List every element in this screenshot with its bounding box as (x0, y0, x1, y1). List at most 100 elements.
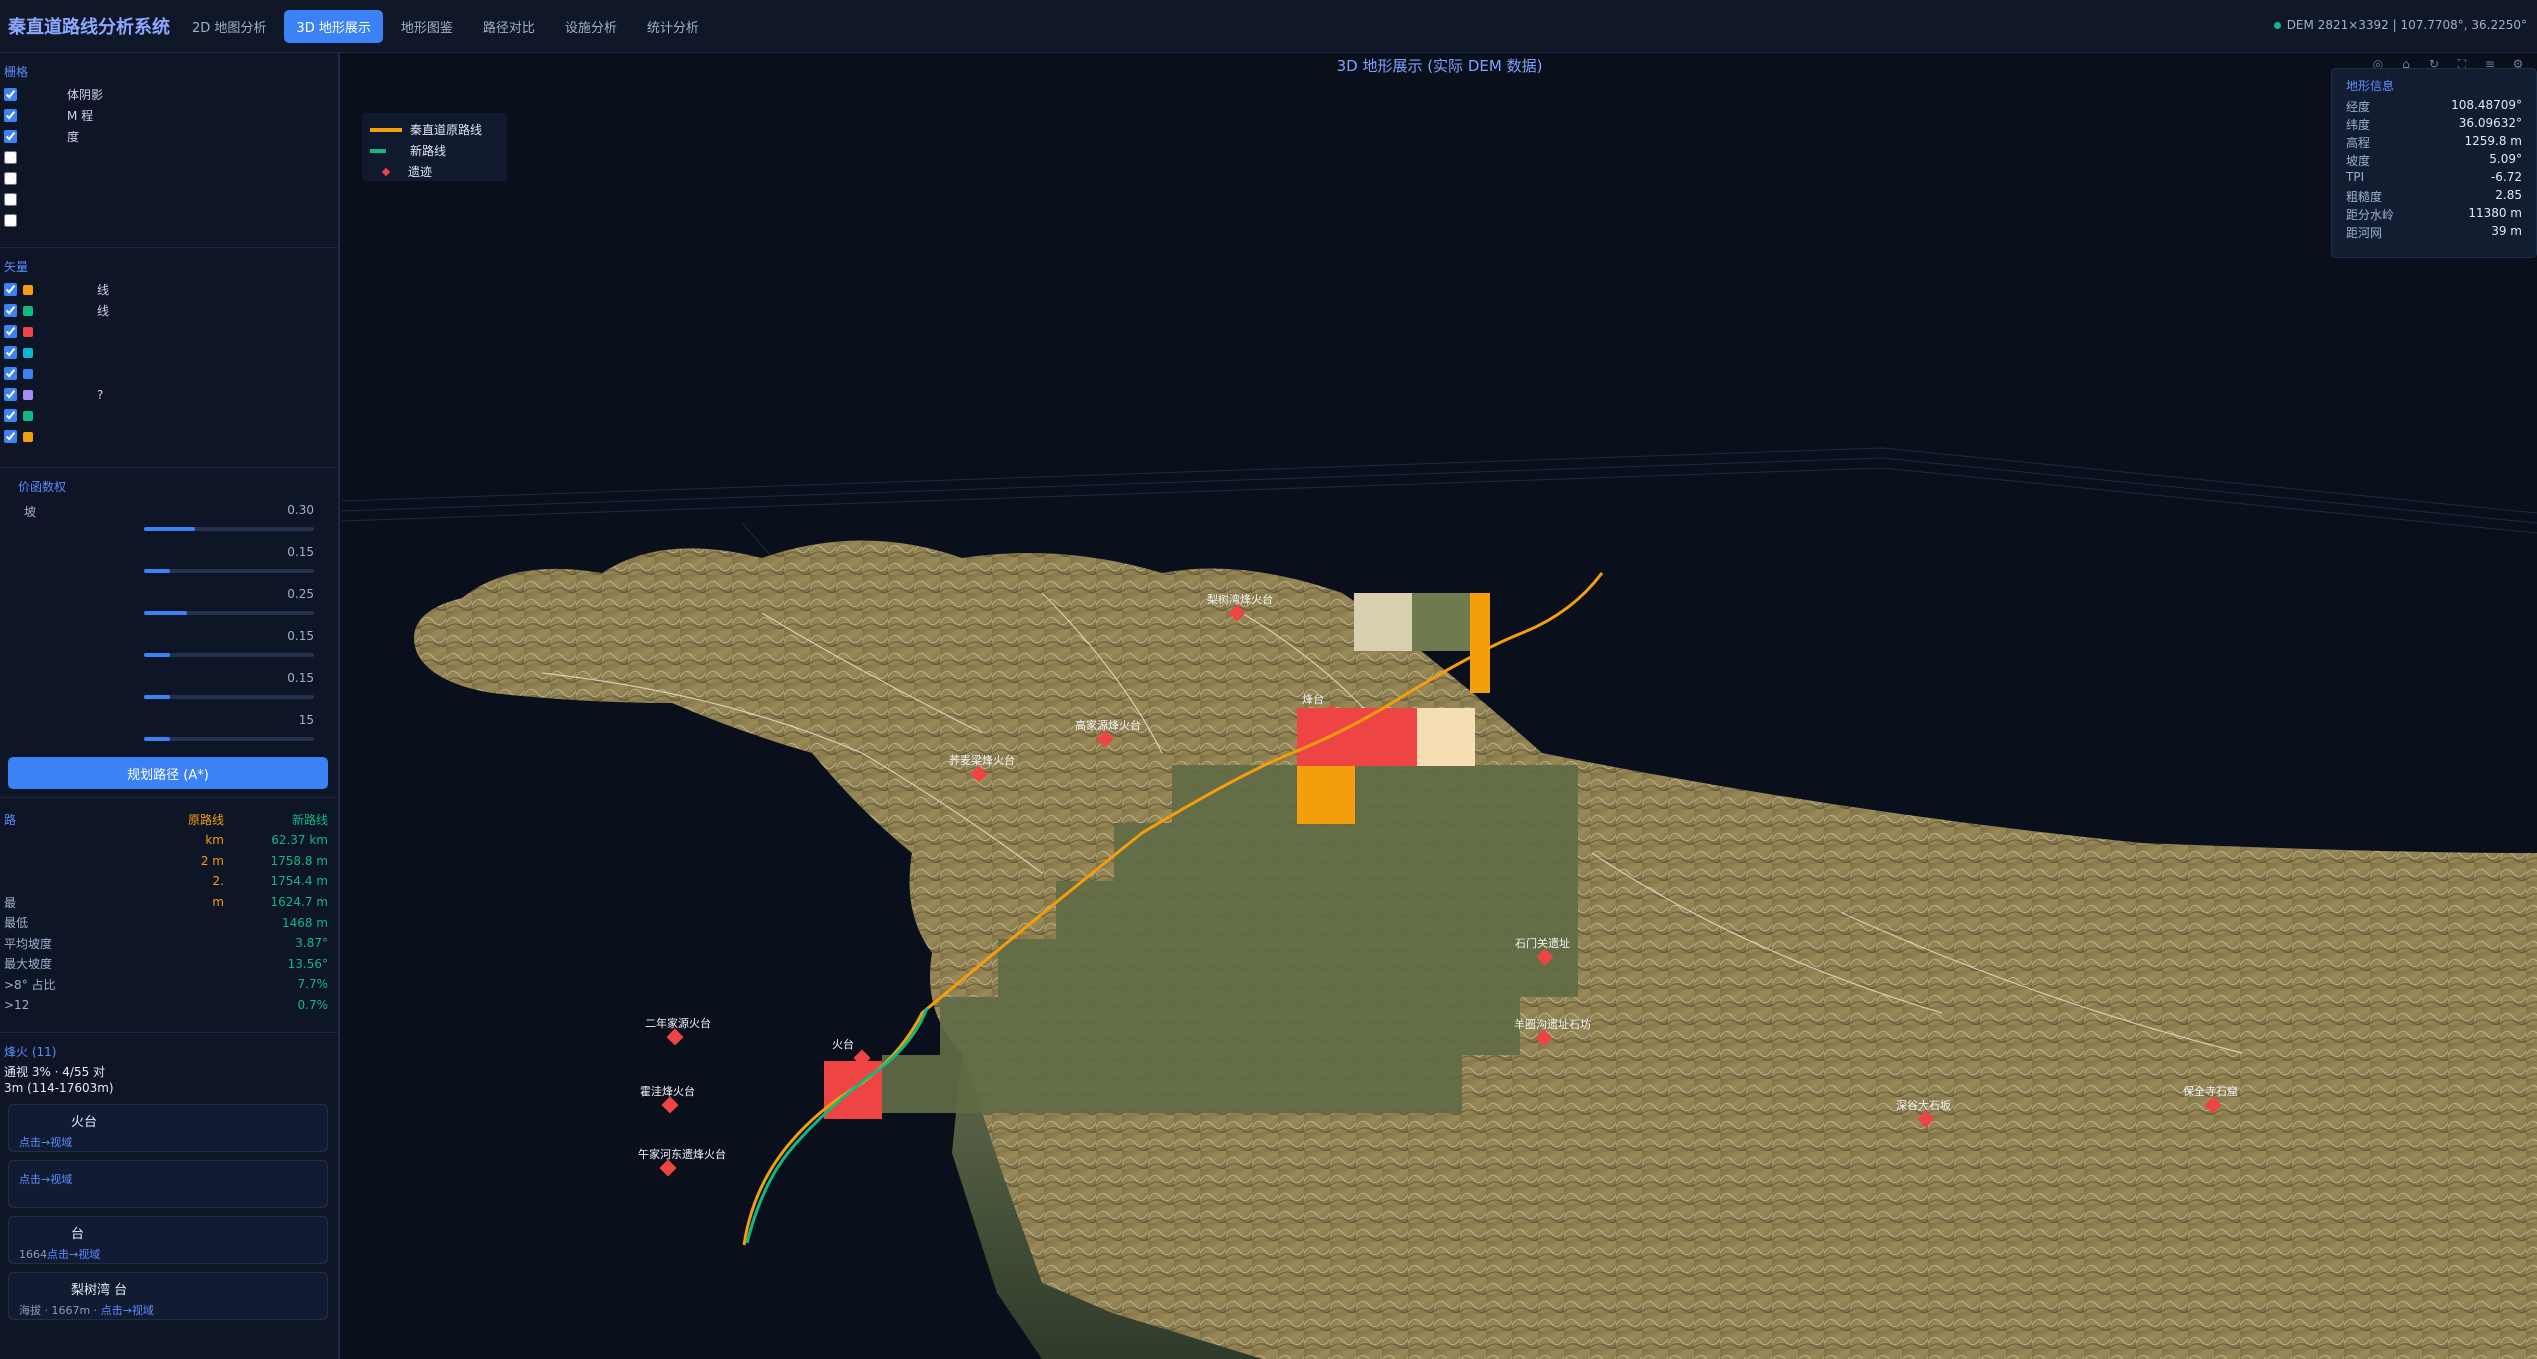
tab-2d-map[interactable]: 2D 地图分析 (180, 10, 278, 43)
vector-layer-row[interactable]: ? (4, 384, 330, 405)
dem-tile (1288, 823, 1346, 881)
vector-layer-checkbox[interactable] (4, 304, 17, 317)
weight-slider[interactable] (144, 653, 314, 657)
raster-layers-section: 栅格 体阴影 M 程度 (0, 53, 338, 248)
vector-layer-checkbox[interactable] (4, 325, 17, 338)
tab-route-compare[interactable]: 路径对比 (471, 10, 547, 43)
site-marker[interactable]: 午家河东遗烽火台 (638, 1147, 726, 1177)
dem-tile (1346, 997, 1404, 1055)
info-value: 36.09632° (2458, 116, 2522, 130)
raster-layer-row[interactable]: 体阴影 (4, 84, 330, 105)
stats-col-original: 原路线 (187, 812, 224, 827)
raster-layer-checkbox[interactable] (4, 130, 17, 143)
tab-statistics[interactable]: 统计分析 (635, 10, 711, 43)
tab-3d-terrain[interactable]: 3D 地形展示 (284, 9, 383, 43)
beacon-card[interactable]: 梨树湾 台海拔 · 1667m · 点击→视域 (8, 1272, 328, 1320)
raster-layer-row[interactable] (4, 210, 330, 231)
raster-layer-checkbox[interactable] (4, 172, 17, 185)
beacon-card[interactable]: 点击→视域 (8, 1160, 328, 1208)
cost-weights-title: 价函数权 (18, 480, 67, 494)
vector-layer-row[interactable]: 线 (4, 300, 330, 321)
site-marker[interactable]: 二年家源火台 (645, 1016, 711, 1046)
raster-layer-checkbox[interactable] (4, 88, 17, 101)
raster-layer-row[interactable] (4, 189, 330, 210)
vector-layer-row[interactable] (4, 342, 330, 363)
beacon-card[interactable]: 台 1664点击→视域 (8, 1216, 328, 1264)
vector-layer-row[interactable]: 线 (4, 279, 330, 300)
vector-layer-checkbox[interactable] (4, 283, 17, 296)
site-label: 羊圈沟遗址石坊 (1514, 1017, 1591, 1031)
cost-weights-section: 价函数权 坡 0.30 0.15 0.25 0.15 0.15 15 规划路径 (A*) (0, 468, 338, 798)
weight-slider-fill (144, 653, 170, 657)
raster-layer-label: 体阴影 (67, 88, 104, 102)
site-label: 火台 (832, 1037, 854, 1051)
vector-layer-checkbox[interactable] (4, 388, 17, 401)
dem-tile (1056, 997, 1114, 1055)
vector-layer-row[interactable] (4, 405, 330, 426)
weight-slider[interactable] (144, 569, 314, 573)
beacon-viewshed-link[interactable]: 点击→视域 (19, 1173, 72, 1186)
info-key: TPI (2346, 170, 2365, 184)
weight-slider[interactable] (144, 611, 314, 615)
vector-layer-checkbox[interactable] (4, 346, 17, 359)
beacon-card[interactable]: 火台 点击→视域 (8, 1104, 328, 1152)
dem-tile (1172, 1055, 1230, 1113)
vector-layer-row[interactable] (4, 426, 330, 447)
info-key: 纬度 (2346, 118, 2371, 132)
site-marker[interactable]: 霍洼烽火台 (640, 1084, 695, 1114)
raster-layer-row[interactable] (4, 147, 330, 168)
raster-layer-row[interactable]: 度 (4, 126, 330, 147)
weight-slider-fill (144, 527, 195, 531)
raster-layer-label: M 程 (67, 109, 94, 123)
weight-slider[interactable] (144, 527, 314, 531)
terrain-canvas[interactable]: 梨树湾烽火台荞麦梁烽火台 高家源烽火台二年家源火台霍洼烽火台午家河东遗烽火台 石门关… (342, 53, 2537, 1359)
raster-layer-checkbox[interactable] (4, 193, 17, 206)
info-value: 1259.8 m (2464, 134, 2523, 148)
vector-layer-checkbox[interactable] (4, 430, 17, 443)
info-key: 坡度 (2346, 154, 2371, 168)
vector-layer-checkbox[interactable] (4, 409, 17, 422)
viewport-title: 3D 地形展示 (实际 DEM 数据) (1336, 57, 1543, 75)
dem-tile (1114, 1055, 1172, 1113)
beacon-meta-text: 1664 (19, 1248, 47, 1261)
dem-tile (1172, 823, 1230, 881)
tab-terrain-atlas[interactable]: 地形图鉴 (389, 10, 465, 43)
raster-layer-checkbox[interactable] (4, 214, 17, 227)
legend-red-diamond-icon (381, 167, 391, 176)
info-row: TPI -6.72 (2346, 170, 2522, 188)
raster-layer-row[interactable]: M 程 (4, 105, 330, 126)
stats-row: >12 0.7% (4, 995, 330, 1016)
stats-new-value: 0.7% (297, 998, 329, 1013)
weight-slider[interactable] (144, 737, 314, 741)
route-stats-section: 路 原路线 新路线 km 62.37 km 2 m 1758.8 m 2. 1754.4 … (0, 798, 338, 1033)
vector-layer-checkbox[interactable] (4, 367, 17, 380)
beacon-section: 烽火 (11) 通视 3% · 4/55 对 3m (114-17603m) 火… (0, 1033, 338, 1330)
info-key: 距分水岭 (2346, 208, 2395, 222)
dem-status-text: DEM 2821×3392 | 107.7708°, 36.2250° (2286, 18, 2527, 32)
dem-tile (1346, 1055, 1404, 1113)
raster-layer-checkbox[interactable] (4, 151, 17, 164)
beacon-viewshed-link[interactable]: 点击→视域 (101, 1304, 154, 1317)
raster-layer-row[interactable] (4, 168, 330, 189)
terrain-viewport[interactable]: 梨树湾烽火台 荞麦梁烽火台 高家源烽火台 二年家源火台 霍洼烽火台 午家河东遗烽火台 石门关… (342, 53, 2537, 1359)
weight-slider[interactable] (144, 695, 314, 699)
site-label: 梨树湾烽火台 (1207, 592, 1273, 606)
dem-tile (1230, 823, 1288, 881)
weight-slider-fill (144, 695, 170, 699)
legend-label: 新路线 (410, 144, 447, 158)
vector-layers-title: 矢量 (4, 260, 29, 274)
stats-row: 最低 1468 m (4, 912, 330, 933)
info-value: -6.72 (2490, 170, 2522, 184)
stats-label: 平均坡度 (4, 936, 53, 951)
plan-route-button[interactable]: 规划路径 (A*) (8, 757, 328, 789)
beacon-viewshed-link[interactable]: 点击→视域 (47, 1248, 100, 1261)
tab-facility-analysis[interactable]: 设施分析 (553, 10, 629, 43)
site-diamond-icon (666, 1028, 684, 1046)
beacon-viewshed-link[interactable]: 点击→视域 (19, 1136, 72, 1149)
raster-layer-checkbox[interactable] (4, 109, 17, 122)
dem-highlight-tile (1297, 766, 1355, 824)
vector-layer-row[interactable] (4, 321, 330, 342)
dem-tile (1114, 939, 1172, 997)
vector-layer-row[interactable] (4, 363, 330, 384)
vector-layer-label: 线 (97, 304, 110, 318)
